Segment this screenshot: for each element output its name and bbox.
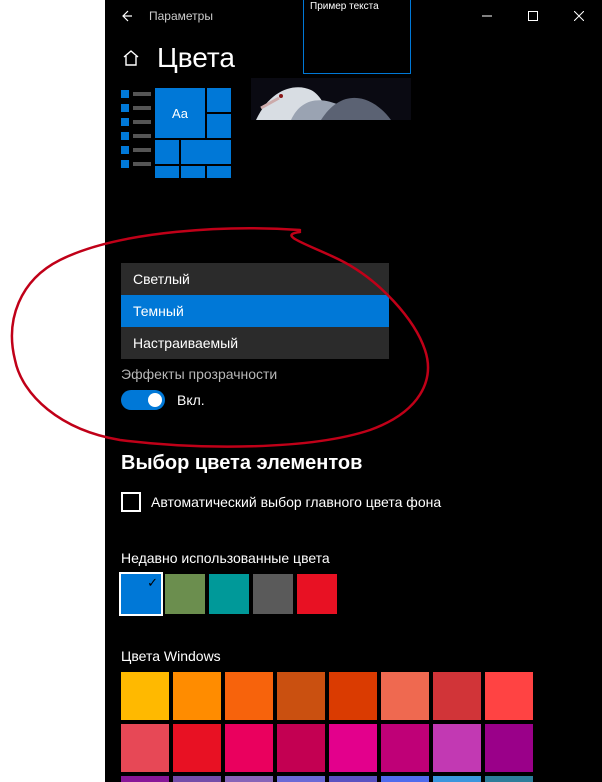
windows-color-swatch[interactable]: [329, 724, 377, 772]
windows-color-swatch[interactable]: [173, 672, 221, 720]
app-title: Параметры: [149, 9, 213, 23]
auto-accent-label: Автоматический выбор главного цвета фона: [151, 494, 441, 510]
sample-window-title: Пример текста: [304, 0, 410, 18]
transparency-state: Вкл.: [177, 392, 205, 408]
accent-heading: Выбор цвета элементов: [121, 452, 362, 475]
settings-window: Параметры Цвета: [105, 0, 602, 782]
page-title: Цвета: [157, 42, 235, 74]
preview-tile-aa: Aa: [155, 88, 205, 138]
maximize-button[interactable]: [510, 0, 556, 32]
recent-color-swatch[interactable]: [209, 574, 249, 614]
color-mode-dropdown[interactable]: СветлыйТемныйНастраиваемый: [121, 263, 389, 359]
recent-color-swatch[interactable]: [165, 574, 205, 614]
windows-color-swatch[interactable]: [485, 724, 533, 772]
recent-colors-label: Недавно использованные цвета: [121, 550, 337, 566]
windows-color-swatch[interactable]: [485, 776, 533, 782]
recent-colors-row: ✓: [121, 574, 337, 614]
color-mode-option[interactable]: Настраиваемый: [121, 327, 389, 359]
windows-color-swatch[interactable]: [277, 776, 325, 782]
windows-color-swatch[interactable]: [381, 776, 429, 782]
close-button[interactable]: [556, 0, 602, 32]
windows-color-swatch[interactable]: [173, 724, 221, 772]
minimize-button[interactable]: [464, 0, 510, 32]
windows-colors-grid: [121, 672, 533, 782]
sample-window: Пример текста: [303, 0, 411, 74]
color-mode-option[interactable]: Темный: [121, 295, 389, 327]
windows-color-swatch[interactable]: [433, 776, 481, 782]
windows-colors-label: Цвета Windows: [121, 648, 533, 664]
windows-color-swatch[interactable]: [433, 724, 481, 772]
home-icon[interactable]: [121, 48, 141, 68]
color-mode-option[interactable]: Светлый: [121, 263, 389, 295]
windows-color-swatch[interactable]: [121, 672, 169, 720]
windows-color-swatch[interactable]: [381, 724, 429, 772]
back-button[interactable]: [105, 0, 149, 32]
windows-color-swatch[interactable]: [277, 672, 325, 720]
auto-accent-checkbox[interactable]: [121, 492, 141, 512]
check-icon: ✓: [147, 575, 158, 591]
windows-color-swatch[interactable]: [433, 672, 481, 720]
windows-color-swatch[interactable]: [225, 672, 273, 720]
start-menu-preview: Aa: [121, 88, 231, 178]
recent-color-swatch[interactable]: ✓: [121, 574, 161, 614]
recent-color-swatch[interactable]: [253, 574, 293, 614]
transparency-toggle[interactable]: [121, 390, 165, 410]
windows-color-swatch[interactable]: [173, 776, 221, 782]
auto-accent-row[interactable]: Автоматический выбор главного цвета фона: [121, 492, 441, 512]
transparency-section: Эффекты прозрачности Вкл.: [121, 366, 277, 410]
windows-color-swatch[interactable]: [381, 672, 429, 720]
windows-color-swatch[interactable]: [329, 672, 377, 720]
recent-colors-block: Недавно использованные цвета ✓: [121, 550, 337, 614]
windows-color-swatch[interactable]: [485, 672, 533, 720]
theme-preview: Aa Пример текста: [121, 88, 602, 178]
windows-color-swatch[interactable]: [121, 724, 169, 772]
windows-color-swatch[interactable]: [225, 776, 273, 782]
wallpaper-preview: [251, 78, 411, 120]
windows-color-swatch[interactable]: [225, 724, 273, 772]
content: Aa Пример текста: [105, 88, 602, 782]
recent-color-swatch[interactable]: [297, 574, 337, 614]
windows-color-swatch[interactable]: [277, 724, 325, 772]
windows-colors-block: Цвета Windows: [121, 648, 533, 782]
windows-color-swatch[interactable]: [121, 776, 169, 782]
desktop-preview: Пример текста: [251, 0, 411, 120]
windows-color-swatch[interactable]: [329, 776, 377, 782]
transparency-label: Эффекты прозрачности: [121, 366, 277, 382]
